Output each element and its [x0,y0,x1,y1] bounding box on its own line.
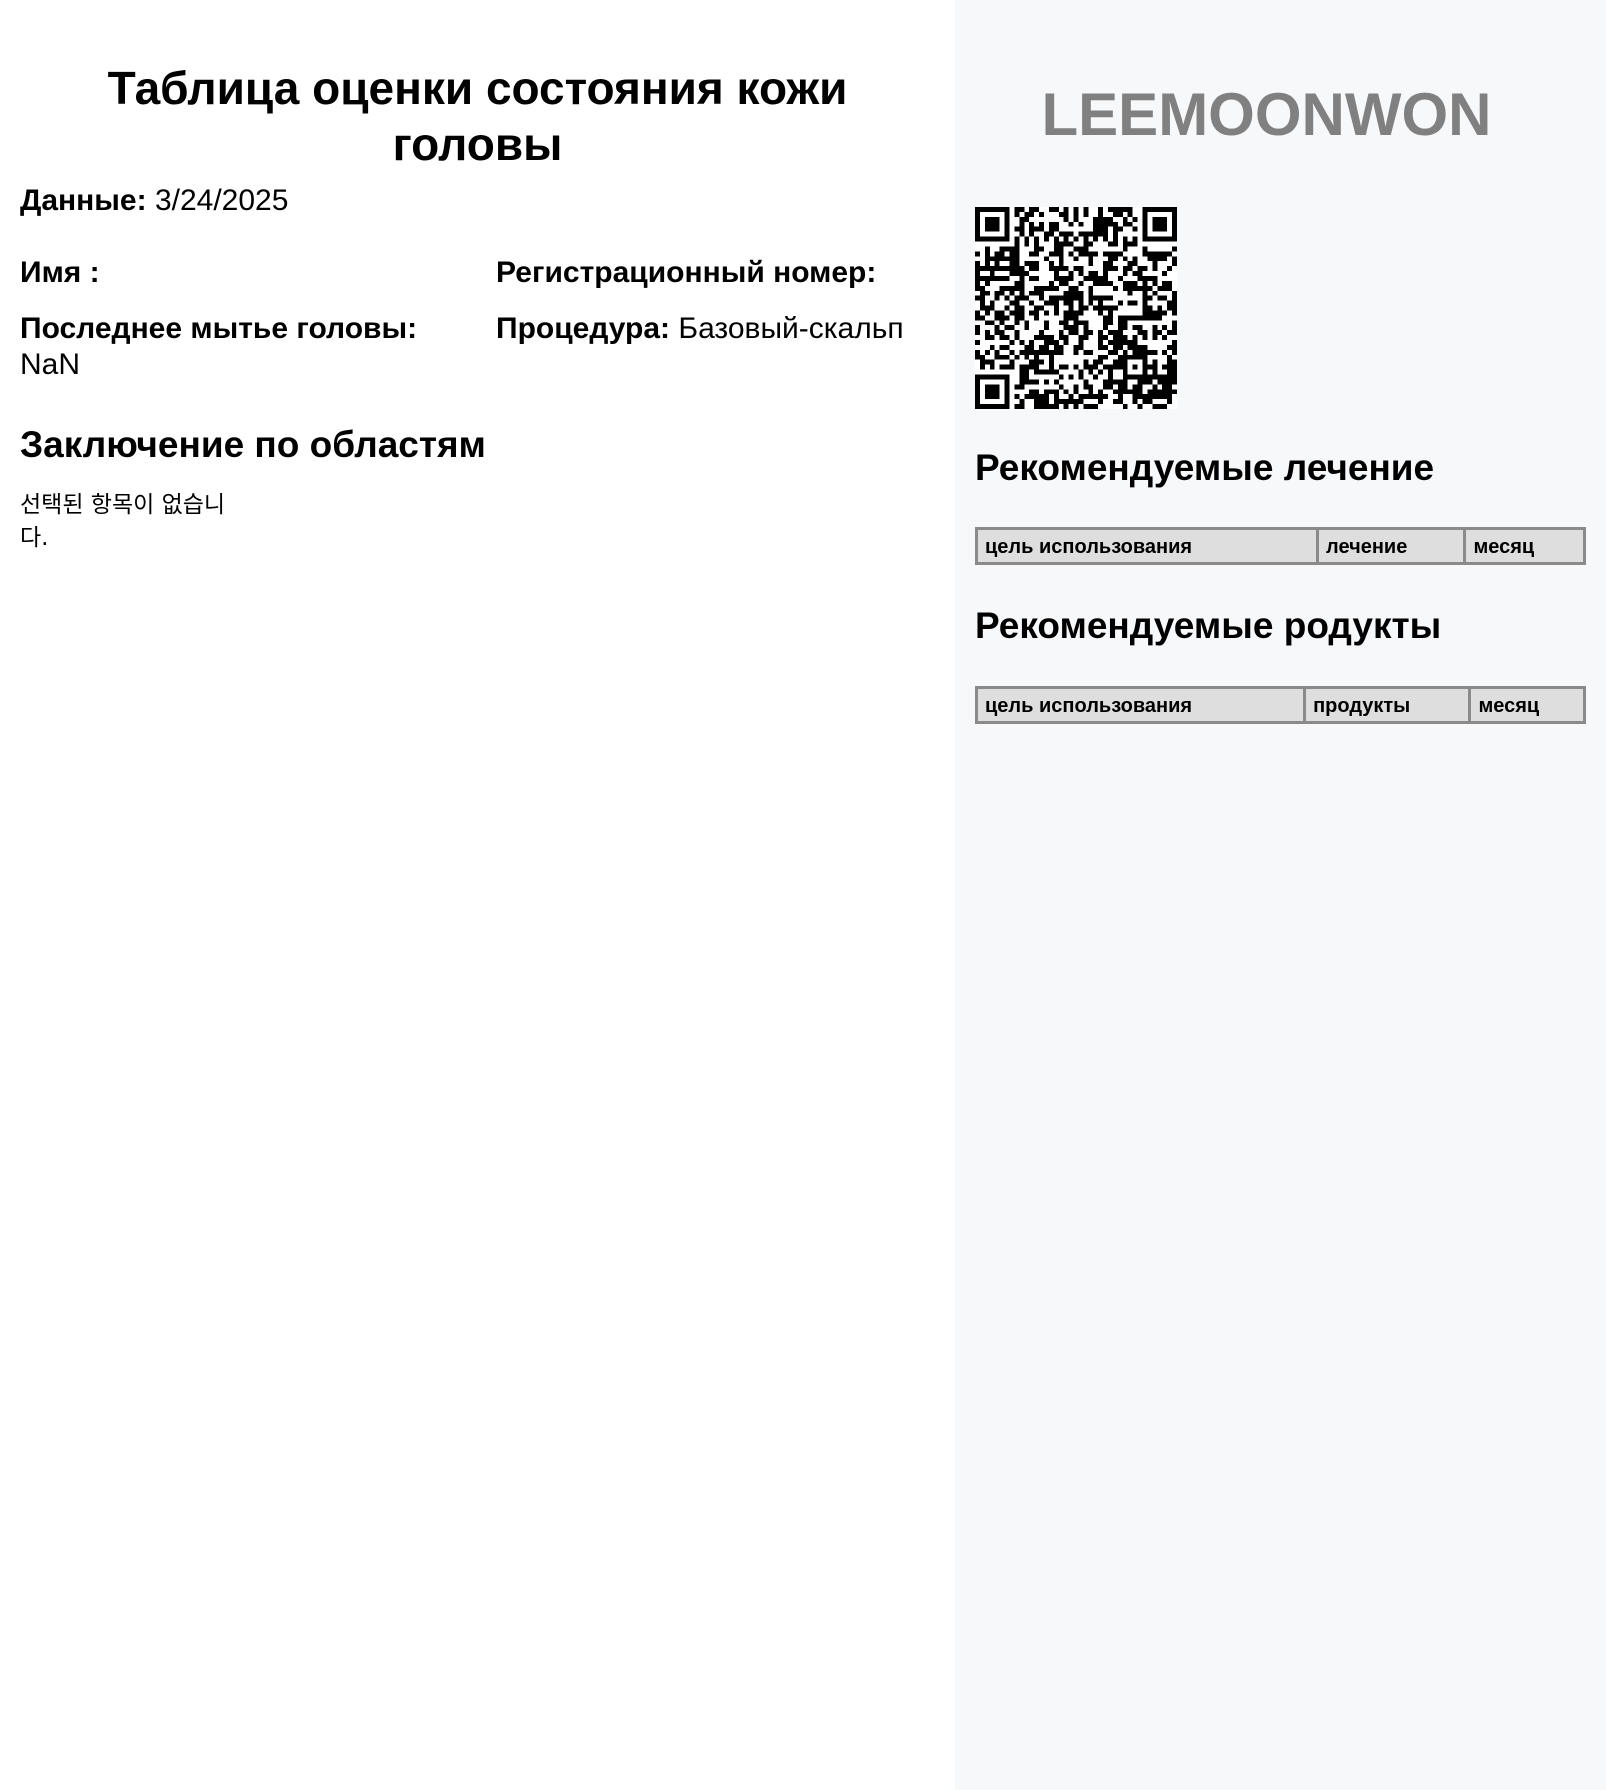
recommended-products-table: цель использования продукты месяц [975,686,1586,724]
recommended-products-title: Рекомендуемые родукты [975,605,1442,646]
qr-code-icon [975,207,1177,409]
column-header-purpose: цель использования [985,695,1193,717]
main-panel: Таблица оценки состояния кожи головы Дан… [0,0,955,1790]
last-wash-value: NaN [20,348,81,381]
date-label: Данные: [20,184,147,217]
page-title: Таблица оценки состояния кожи головы [107,62,848,170]
column-header-purpose: цель использования [985,536,1193,558]
registration-field: Регистрационный номер: [496,255,876,291]
date-field: Данные: 3/24/2025 [20,183,288,219]
date-value: 3/24/2025 [154,184,289,217]
column-header-month: месяц [1468,687,1585,723]
table-header-row: цель использования лечение месяц [977,528,1585,564]
column-header-products: продукты [1303,687,1470,723]
procedure-value: Базовый-скальп [678,312,904,345]
recommended-treatments-title: Рекомендуемые лечение [975,447,1435,488]
column-header-treatment: лечение [1316,528,1465,564]
name-label: Имя : [20,256,100,289]
last-wash-field: Последнее мытье головы: NaN [20,311,460,383]
recommended-treatments-table: цель использования лечение месяц [975,527,1586,565]
name-field: Имя : [20,255,100,291]
brand-logo: LEEMOONWON [1041,81,1492,148]
registration-label: Регистрационный номер: [496,256,877,289]
last-wash-label: Последнее мытье головы: [20,312,418,345]
report-page: Таблица оценки состояния кожи головы Дан… [0,0,1606,1790]
procedure-field: Процедура: Базовый-скальп [496,311,904,347]
areas-section-title: Заключение по областям [20,424,486,465]
areas-empty-message: 선택된 항목이 없습니다. [20,492,226,551]
table-header-row: цель использования продукты месяц [977,687,1585,723]
procedure-label: Процедура: [496,312,671,345]
sidebar-panel: LEEMOONWON Рекомендуемые лечение цель ис… [955,0,1606,1790]
column-header-month: месяц [1463,528,1585,564]
